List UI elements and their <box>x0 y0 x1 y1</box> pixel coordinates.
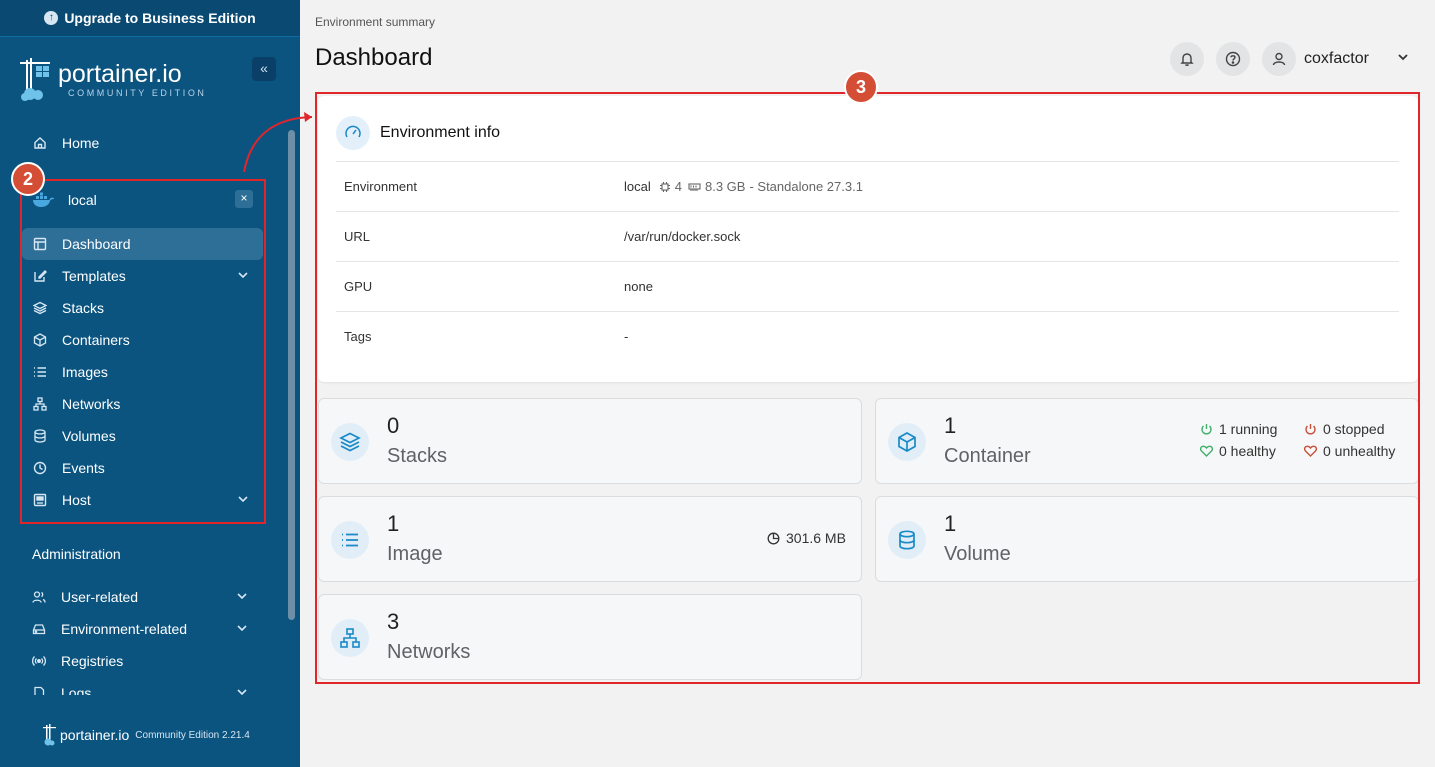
portainer-crane-icon <box>42 724 56 746</box>
sidebar-clip: Logs <box>0 677 300 695</box>
sidebar-item-label: User-related <box>61 589 139 605</box>
chevron-down-icon[interactable] <box>1396 50 1410 69</box>
administration-heading: Administration <box>32 546 121 562</box>
brand-name: portainer.io <box>58 60 182 88</box>
bell-icon <box>1179 51 1195 67</box>
sidebar-scrollbar[interactable] <box>288 130 295 620</box>
sidebar: ↑ Upgrade to Business Edition portainer.… <box>0 0 300 767</box>
sidebar-footer: portainer.io Community Edition 2.21.4 <box>42 724 250 746</box>
sidebar-item-user-related[interactable]: User-related <box>21 581 262 613</box>
dashboard-content-highlight <box>315 92 1420 684</box>
chevron-down-icon[interactable] <box>236 685 248 695</box>
brand-edition: COMMUNITY EDITION <box>68 88 207 98</box>
sidebar-item-label: Registries <box>61 653 124 669</box>
help-button[interactable] <box>1216 42 1250 76</box>
username[interactable]: coxfactor <box>1304 50 1369 68</box>
sidebar-item-registries[interactable]: Registries <box>21 645 262 677</box>
chevron-down-icon[interactable] <box>236 621 248 637</box>
hard-drive-icon <box>31 621 47 637</box>
sidebar-item-environment-related[interactable]: Environment-related <box>21 613 262 645</box>
arrow-up-circle-icon: ↑ <box>44 11 59 25</box>
user-avatar[interactable] <box>1262 42 1296 76</box>
upgrade-label: Upgrade to Business Edition <box>64 10 256 26</box>
page-title: Dashboard <box>315 44 433 71</box>
breadcrumb: Environment summary <box>315 15 436 29</box>
sidebar-item-logs[interactable]: Logs <box>21 677 262 695</box>
users-icon <box>31 589 47 605</box>
file-icon <box>31 685 47 695</box>
annotation-badge-3: 3 <box>844 70 878 104</box>
sidebar-item-label: Environment-related <box>61 621 188 637</box>
portainer-logo[interactable]: portainer.io COMMUNITY EDITION <box>18 56 207 102</box>
sidebar-item-label: Home <box>62 135 100 151</box>
footer-version: Community Edition 2.21.4 <box>135 729 250 741</box>
collapse-sidebar-button[interactable]: « <box>252 57 276 81</box>
notifications-button[interactable] <box>1170 42 1204 76</box>
upgrade-banner[interactable]: ↑ Upgrade to Business Edition <box>0 0 300 37</box>
environment-menu-highlight <box>20 179 266 524</box>
footer-brand: portainer.io <box>60 727 130 743</box>
chevron-down-icon[interactable] <box>236 589 248 605</box>
sidebar-item-label: Logs <box>61 685 92 695</box>
home-icon <box>32 135 48 151</box>
help-circle-icon <box>1225 51 1241 67</box>
portainer-crane-icon <box>18 56 52 102</box>
sidebar-item-home[interactable]: Home <box>22 127 263 159</box>
radio-icon <box>31 653 47 669</box>
annotation-badge-2: 2 <box>11 162 45 196</box>
user-icon <box>1271 51 1287 67</box>
